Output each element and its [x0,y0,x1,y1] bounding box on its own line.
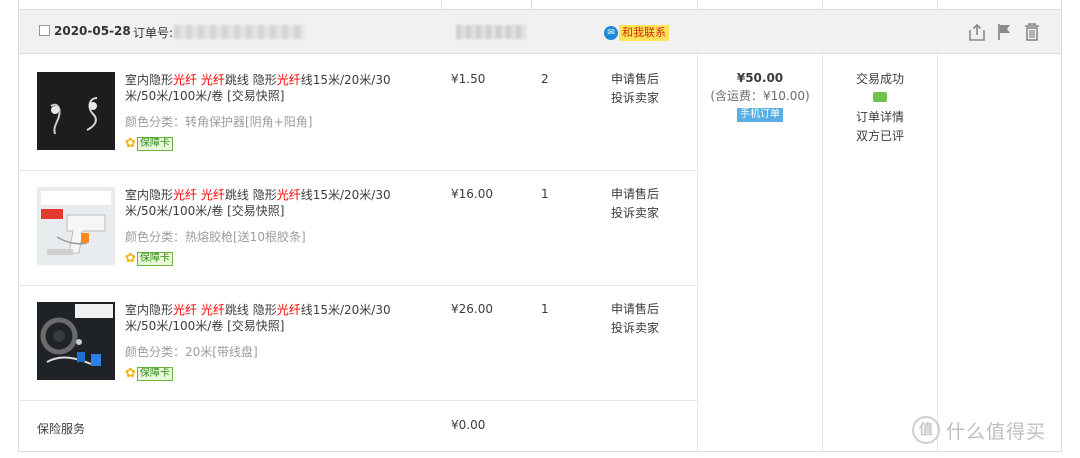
guarantee-card-label: 保障卡 [136,367,173,381]
quantity: 1 [541,302,549,316]
top-divider [441,0,442,9]
quantity: 2 [541,72,549,86]
row-divider [18,285,698,286]
guarantee-card-badge[interactable]: ✿ 保障卡 [125,137,173,151]
order-card [18,0,1062,452]
product-thumbnail[interactable] [37,72,115,150]
row-divider [18,400,698,401]
flower-icon: ✿ [125,136,136,151]
order-number-label: 订单号: [133,26,174,40]
title-highlight: 光纤 [276,303,301,317]
guarantee-card-badge[interactable]: ✿ 保障卡 [125,367,173,381]
watermark-text: 什么值得买 [946,420,1047,443]
column-divider [937,54,938,452]
top-divider [18,0,19,9]
title-highlight: 光纤 [173,303,198,317]
order-date: 2020-05-28 [54,24,131,38]
title-text: 室内隐形 [125,303,174,317]
shop-name-redacted [456,25,526,39]
contact-seller-button[interactable]: ✉ 和我联系 [604,25,669,41]
watermark: 值 什么值得买 [912,416,1046,444]
complain-seller-link[interactable]: 投诉卖家 [611,89,659,108]
title-text: 跳线 隐形 [224,303,277,317]
flower-icon: ✿ [125,251,136,266]
title-highlight: 光纤 [173,188,198,202]
quantity: 1 [541,187,549,201]
insurance-service-label: 保险服务 [37,422,86,436]
row-divider [18,170,698,171]
title-highlight: 光纤 [200,73,225,87]
flag-icon[interactable] [997,23,1013,45]
order-detail-link[interactable]: 订单详情 [824,108,936,127]
product-sku: 颜色分类：转角保护器[阴角+阳角] [125,115,313,129]
watermark-logo-icon: 值 [912,416,940,444]
apply-after-sales-link[interactable]: 申请售后 [611,70,659,89]
title-text: 室内隐形 [125,188,174,202]
product-thumbnail[interactable] [37,302,115,380]
product-thumbnail[interactable] [37,187,115,265]
title-highlight: 光纤 [200,188,225,202]
share-icon[interactable] [969,23,985,45]
title-text: 跳线 隐形 [224,188,277,202]
trade-status: 交易成功 [855,72,904,86]
flower-icon: ✿ [125,366,136,381]
review-status: 双方已评 [855,129,904,143]
title-highlight: 光纤 [276,73,301,87]
guarantee-card-label: 保障卡 [136,137,173,151]
unit-price: ¥16.00 [451,187,493,201]
top-divider [697,0,698,9]
complain-seller-link[interactable]: 投诉卖家 [611,319,659,338]
chat-icon[interactable] [873,92,887,102]
unit-price: ¥26.00 [451,302,493,316]
product-title[interactable]: 室内隐形光纤 光纤跳线 隐形光纤线15米/20米/30米/50米/100米/卷 … [125,72,415,104]
order-total: ¥50.00 (含运费：¥10.00) 手机订单 [700,70,820,122]
shipping-fee: (含运费：¥10.00) [710,89,810,103]
top-divider [531,0,532,9]
title-highlight: 光纤 [173,73,198,87]
top-divider [1061,0,1062,9]
order-select-checkbox[interactable] [39,25,50,36]
product-title[interactable]: 室内隐形光纤 光纤跳线 隐形光纤线15米/20米/30米/50米/100米/卷 … [125,187,415,219]
order-header: 2020-05-28 订单号: ✉ 和我联系 [18,9,1062,54]
order-number-redacted [174,25,304,39]
title-text: 跳线 隐形 [224,73,277,87]
trash-icon[interactable] [1024,23,1040,45]
top-divider [937,0,938,9]
title-text: 室内隐形 [125,73,174,87]
title-highlight: 光纤 [276,188,301,202]
contact-seller-label: 和我联系 [619,25,669,41]
guarantee-card-label: 保障卡 [136,252,173,266]
mobile-order-badge: 手机订单 [737,108,783,122]
top-divider [822,0,823,9]
apply-after-sales-link[interactable]: 申请售后 [611,300,659,319]
total-amount: ¥50.00 [736,71,784,85]
apply-after-sales-link[interactable]: 申请售后 [611,185,659,204]
column-divider [822,54,823,452]
product-title[interactable]: 室内隐形光纤 光纤跳线 隐形光纤线15米/20米/30米/50米/100米/卷 … [125,302,415,334]
complain-seller-link[interactable]: 投诉卖家 [611,204,659,223]
product-sku: 颜色分类：热熔胶枪[送10根胶条] [125,230,306,244]
product-sku: 颜色分类：20米[带线盘] [125,345,258,359]
title-highlight: 光纤 [200,303,225,317]
column-divider [697,54,698,452]
chat-bubble-icon: ✉ [604,26,618,40]
order-status: 交易成功 订单详情 双方已评 [824,70,936,146]
guarantee-card-badge[interactable]: ✿ 保障卡 [125,252,173,266]
unit-price: ¥1.50 [451,72,486,86]
insurance-service-price: ¥0.00 [451,418,486,432]
